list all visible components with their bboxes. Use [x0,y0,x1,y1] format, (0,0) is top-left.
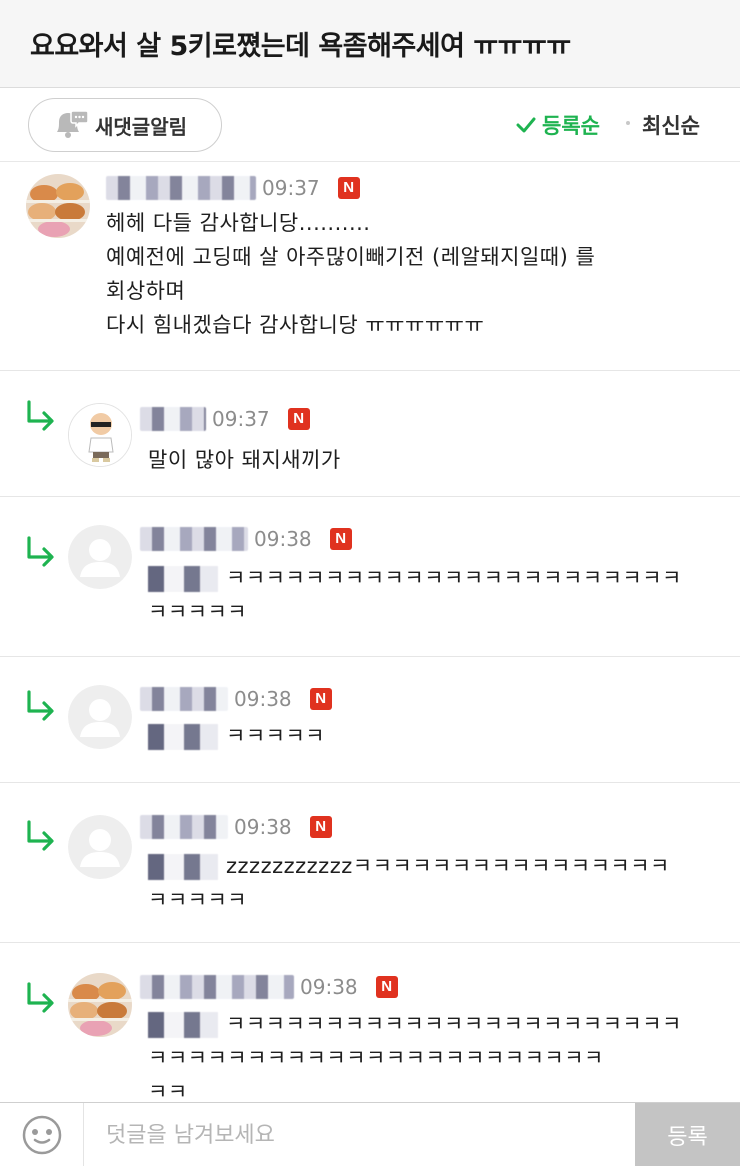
emoji-icon [22,1115,61,1155]
new-badge: N [309,816,332,838]
reply-arrow-icon [27,400,54,431]
sort-latest-button[interactable]: 최신순 [642,110,700,140]
comment-body: ㅋㅋㅋㅋㅋㅋㅋㅋㅋㅋㅋㅋㅋㅋㅋㅋㅋㅋㅋㅋㅋㅋㅋ ㅋㅋㅋㅋㅋ [148,561,682,629]
reply-arrow-icon [27,820,54,851]
nickname-blurred [106,176,256,200]
comment-time: 09:38 [254,527,312,551]
comment-meta: 09:37 N [140,405,310,433]
new-badge: N [287,408,310,430]
bell-comment-icon [51,108,89,142]
new-badge: N [329,528,352,550]
default-avatar-icon[interactable] [68,685,132,749]
mention-blurred [148,724,218,750]
comment-meta: 09:38 N [140,525,352,553]
nickname-blurred [140,527,248,551]
alarm-label: 새댓글알림 [95,114,187,139]
check-icon [516,117,536,133]
comment-toolbar: 새댓글알림 등록순 최신순 [0,88,740,162]
post-title: 요요와서 살 5키로쪘는데 욕좀해주세여 ㅠㅠㅠㅠ [30,31,571,62]
comment-line: 회상하며 [106,279,186,303]
comment-text: ㅋㅋㅋㅋㅋ [226,724,326,748]
comment-meta: 09:38 N [140,685,332,713]
comment-line: ㅋㅋㅋㅋㅋ [148,888,248,912]
comment-item: 09:37 N 헤헤 다들 감사합니당.......... 예예전에 고딩때 살… [0,162,740,371]
comment-line: 예예전에 고딩때 살 아주많이빼기전 (레알돼지일때) 를 [106,245,596,269]
comment-meta: 09:38 N [140,813,332,841]
comment-body: 말이 많아 돼지새끼가 [148,443,341,477]
comment-line: ㅋㅋㅋㅋㅋㅋㅋㅋㅋㅋㅋㅋㅋㅋㅋㅋㅋㅋㅋㅋㅋㅋㅋ [148,1007,682,1041]
comment-input-bar: 등록 [0,1102,740,1166]
comment-text: ㅋㅋㅋㅋㅋㅋㅋㅋㅋㅋㅋㅋㅋㅋㅋㅋㅋㅋㅋㅋㅋㅋㅋ [226,566,682,590]
comment-meta: 09:38 N [140,973,398,1001]
reply-arrow-icon [27,536,54,567]
comment-time: 09:37 [212,407,270,431]
new-badge: N [337,177,360,199]
emoji-button[interactable] [0,1103,84,1166]
avatar[interactable] [68,403,132,467]
header: 요요와서 살 5키로쪘는데 욕좀해주세여 ㅠㅠㅠㅠ [0,0,740,88]
sort-separator [626,121,630,125]
comment-body: 헤헤 다들 감사합니당.......... 예예전에 고딩때 살 아주많이빼기전… [106,206,595,342]
submit-button[interactable]: 등록 [635,1103,740,1166]
comment-line: 헤헤 다들 감사합니당.......... [106,211,371,235]
avatar[interactable] [68,973,132,1037]
mention-blurred [148,1012,218,1038]
comment-input[interactable] [84,1103,635,1166]
comment-line: ㅋㅋㅋㅋㅋㅋㅋㅋㅋㅋㅋㅋㅋㅋㅋㅋㅋㅋㅋㅋㅋㅋㅋ [148,1046,604,1070]
comment-line: ㅋㅋㅋㅋㅋㅋㅋㅋㅋㅋㅋㅋㅋㅋㅋㅋㅋㅋㅋㅋㅋㅋㅋ [148,561,682,595]
comment-line: 말이 많아 돼지새끼가 [148,448,341,472]
mention-blurred [148,566,218,592]
new-badge: N [375,976,398,998]
reply-arrow-icon [27,690,54,721]
default-avatar-icon[interactable] [68,525,132,589]
reply-item: 09:38 N ㅋㅋㅋㅋㅋㅋㅋㅋㅋㅋㅋㅋㅋㅋㅋㅋㅋㅋㅋㅋㅋㅋㅋ ㅋㅋㅋㅋㅋ [0,497,740,657]
new-comment-alarm-button[interactable]: 새댓글알림 [28,98,222,152]
comment-text: zzzzzzzzzzzㅋㅋㅋㅋㅋㅋㅋㅋㅋㅋㅋㅋㅋㅋㅋㅋ [226,854,670,878]
nickname-blurred [140,407,206,431]
avatar[interactable] [26,174,90,238]
reply-item: 09:38 N ㅋㅋㅋㅋㅋ [0,657,740,783]
default-avatar-icon[interactable] [68,815,132,879]
comment-line: ㅋㅋㅋㅋㅋ [148,600,248,624]
new-badge: N [309,688,332,710]
reply-arrow-icon [27,982,54,1013]
comment-line: zzzzzzzzzzzㅋㅋㅋㅋㅋㅋㅋㅋㅋㅋㅋㅋㅋㅋㅋㅋ [148,849,670,883]
sort-registered-label: 등록순 [542,114,600,138]
nickname-blurred [140,687,228,711]
comment-body: zzzzzzzzzzzㅋㅋㅋㅋㅋㅋㅋㅋㅋㅋㅋㅋㅋㅋㅋㅋ ㅋㅋㅋㅋㅋ [148,849,670,917]
comment-time: 09:37 [262,176,320,200]
comment-meta: 09:37 N [106,174,360,202]
comment-time: 09:38 [234,815,292,839]
reply-item: 09:38 N zzzzzzzzzzzㅋㅋㅋㅋㅋㅋㅋㅋㅋㅋㅋㅋㅋㅋㅋㅋ ㅋㅋㅋㅋ… [0,783,740,943]
nickname-blurred [140,975,294,999]
nickname-blurred [140,815,228,839]
mention-blurred [148,854,218,880]
sort-registered-button[interactable]: 등록순 [514,110,600,140]
comment-line: 다시 힘내겠습다 감사합니당 ㅠㅠㅠㅠㅠㅠ [106,313,485,337]
comment-body: ㅋㅋㅋㅋㅋ [148,719,325,753]
comment-text: ㅋㅋㅋㅋㅋㅋㅋㅋㅋㅋㅋㅋㅋㅋㅋㅋㅋㅋㅋㅋㅋㅋㅋ [226,1012,682,1036]
reply-item: 09:37 N 말이 많아 돼지새끼가 [0,371,740,497]
comment-time: 09:38 [234,687,292,711]
comment-line: ㅋㅋㅋㅋㅋ [148,719,325,753]
comment-time: 09:38 [300,975,358,999]
comment-body: ㅋㅋㅋㅋㅋㅋㅋㅋㅋㅋㅋㅋㅋㅋㅋㅋㅋㅋㅋㅋㅋㅋㅋ ㅋㅋㅋㅋㅋㅋㅋㅋㅋㅋㅋㅋㅋㅋㅋㅋ… [148,1007,682,1109]
reply-item: 09:38 N ㅋㅋㅋㅋㅋㅋㅋㅋㅋㅋㅋㅋㅋㅋㅋㅋㅋㅋㅋㅋㅋㅋㅋ ㅋㅋㅋㅋㅋㅋㅋㅋ… [0,943,740,1104]
